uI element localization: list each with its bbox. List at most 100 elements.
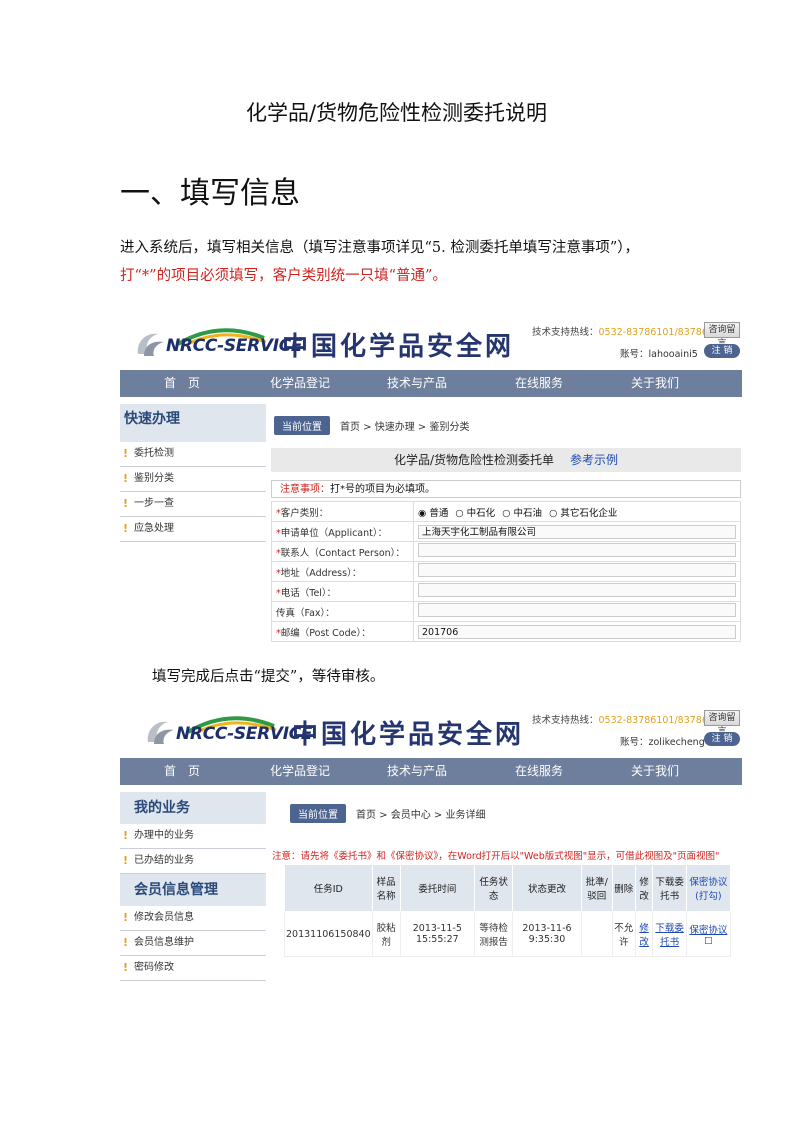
cell-download[interactable]: 下载委托书 — [652, 911, 687, 957]
radio-sinopec[interactable]: ○ 中石化 — [455, 505, 495, 519]
sidebar-item-edit-info[interactable]: ! 修改会员信息 — [120, 906, 266, 931]
site-name: 中国化学品安全网 — [292, 720, 525, 750]
sidebar-title: 快速办理 — [120, 404, 266, 442]
field-label: 传真（Fax）： — [271, 601, 414, 622]
sidebar-item-password[interactable]: ! 密码修改 — [120, 956, 266, 981]
download-link[interactable]: 下载委托书 — [655, 923, 684, 948]
nav-tech-products[interactable]: 技术与产品 — [356, 370, 478, 397]
consult-button[interactable]: 咨询留言 — [704, 710, 740, 737]
bullet-icon: ! — [123, 936, 129, 949]
radio-other-petro[interactable]: ○ 其它石化企业 — [549, 505, 617, 519]
cell-modify[interactable]: 修改 — [634, 911, 654, 957]
breadcrumb: 当前位置 首页 > 会员中心 > 业务详细 — [290, 804, 485, 823]
cell-task-id: 20131106150840 — [284, 911, 373, 957]
business-table: 任务ID 样品名称 委托时间 任务状态 状态更改 批準/驳回 删除 修改 下载委… — [284, 864, 732, 957]
nav-online-service[interactable]: 在线服务 — [478, 758, 600, 785]
nav-registration[interactable]: 化学品登记 — [244, 370, 356, 397]
sidebar-item-label: 密码修改 — [134, 962, 174, 973]
col-delete: 删除 — [611, 864, 636, 912]
table-row: 20131106150840 胶粘剂 2013-11-5 15:55:27 等待… — [284, 911, 732, 957]
form-title: 化学品/货物危险性检测委托单 — [393, 453, 555, 467]
cell-status-change: 2013-11-6 9:35:30 — [512, 911, 582, 957]
contact-field[interactable] — [418, 543, 736, 557]
paragraph-required-note: 打“*”的项目必须填写，客户类别统一只填“普通”。 — [120, 268, 447, 284]
breadcrumb-path: 首页 > 快速办理 > 鉴别分类 — [340, 422, 470, 433]
applicant-field[interactable]: 上海天宇化工制品有限公司 — [418, 524, 736, 539]
sidebar-item-emergency[interactable]: ! 应急处理 — [120, 517, 266, 542]
account-label: 账号：lahooaini5 — [620, 349, 698, 360]
form-row: *客户类别： ◉ 普通 ○ 中石化 ○ 中石油 ○ 其它石化企业 — [271, 501, 741, 522]
notice: 注意事项：打*号的项目为必填项。 — [271, 480, 741, 498]
nav-about[interactable]: 关于我们 — [600, 758, 710, 785]
site-name: 中国化学品安全网 — [282, 332, 515, 362]
hotline: 技术支持热线：0532-83786101/83786270 — [532, 712, 726, 726]
address-field[interactable] — [418, 563, 736, 577]
screenshot-form: NRCC-SERVICE 中国化学品安全网 技术支持热线：0532-837861… — [120, 318, 742, 654]
notice-text: 打*号的项目为必填项。 — [330, 484, 435, 495]
tel-field[interactable] — [418, 583, 736, 597]
bullet-icon: ! — [123, 447, 129, 460]
customer-type-radios: ◉ 普通 ○ 中石化 ○ 中石油 ○ 其它石化企业 — [413, 501, 741, 522]
example-link[interactable]: 参考示例 — [570, 453, 618, 467]
nav-home[interactable]: 首 页 — [120, 758, 244, 785]
download-notice: 注意：请先将《委托书》和《保密协议》，在Word打开后以"Web版式视图"显示，… — [272, 851, 720, 862]
sidebar-item-maintain[interactable]: ! 会员信息维护 — [120, 931, 266, 956]
field-label: *客户类别： — [271, 501, 414, 522]
col-download: 下载委托书 — [652, 864, 687, 912]
col-task-status: 任务状态 — [473, 864, 514, 912]
sidebar-item-label: 应急处理 — [134, 523, 174, 534]
bullet-icon: ! — [123, 961, 129, 974]
field-label: *邮编（Post Code）： — [271, 621, 414, 642]
form-row: *电话（Tel）： — [271, 581, 741, 602]
hotline-label: 技术支持热线： — [532, 715, 599, 726]
breadcrumb-tag: 当前位置 — [290, 804, 346, 823]
fax-field[interactable] — [418, 603, 736, 617]
sidebar-item-label: 鉴别分类 — [134, 473, 174, 484]
breadcrumb-path: 首页 > 会员中心 > 业务详细 — [356, 810, 486, 821]
nav-online-service[interactable]: 在线服务 — [478, 370, 600, 397]
sidebar-item-check[interactable]: ! 一步一查 — [120, 492, 266, 517]
confidentiality-link[interactable]: 保密协议 — [689, 925, 727, 936]
paragraph-submit: 填写完成后点击“提交”，等待审核。 — [152, 669, 385, 685]
nav-home[interactable]: 首 页 — [120, 370, 244, 397]
sidebar-item-entrust[interactable]: ! 委托检测 — [120, 442, 266, 467]
cell-confidentiality[interactable]: 保密协议 ☐ — [685, 911, 732, 957]
nav-registration[interactable]: 化学品登记 — [244, 758, 356, 785]
hotline-label: 技术支持热线： — [532, 327, 599, 338]
sidebar-item-completed[interactable]: ! 已办结的业务 — [120, 849, 266, 874]
col-entrust-time: 委托时间 — [399, 864, 475, 912]
bullet-icon: ! — [123, 522, 129, 535]
bullet-icon: ! — [123, 911, 129, 924]
logout-button[interactable]: 注 销 — [704, 344, 740, 358]
breadcrumb: 当前位置 首页 > 快速办理 > 鉴别分类 — [274, 416, 469, 435]
notice-label: 注意事项： — [280, 484, 330, 495]
postcode-field[interactable]: 201706 — [418, 624, 736, 639]
radio-cnpc[interactable]: ○ 中石油 — [502, 505, 542, 519]
form-title-bar: 化学品/货物危险性检测委托单 参考示例 — [271, 448, 741, 472]
nav-about[interactable]: 关于我们 — [600, 370, 710, 397]
form-row: *邮编（Post Code）： 201706 — [271, 621, 741, 642]
field-label: *申请单位（Applicant）： — [271, 521, 414, 542]
col-status-change: 状态更改 — [512, 864, 582, 912]
section-heading: 一、填写信息 — [120, 176, 300, 211]
logout-button[interactable]: 注 销 — [704, 732, 740, 746]
col-task-id: 任务ID — [284, 864, 373, 912]
sidebar-item-in-progress[interactable]: ! 办理中的业务 — [120, 824, 266, 849]
cell-entrust-time: 2013-11-5 15:55:27 — [399, 911, 475, 957]
consult-button[interactable]: 咨询留言 — [704, 322, 740, 349]
sidebar-item-label: 修改会员信息 — [134, 912, 194, 923]
radio-normal[interactable]: ◉ 普通 — [418, 505, 448, 519]
col-confidentiality: 保密协议(打勾) — [685, 864, 732, 912]
sidebar-section-business: 我的业务 — [120, 792, 266, 824]
modify-link[interactable]: 修改 — [639, 923, 649, 948]
screenshot-business: NRCC-SERVICE 中国化学品安全网 技术支持热线：0532-837861… — [120, 706, 742, 996]
hotline: 技术支持热线：0532-83786101/83786270 — [532, 324, 726, 338]
sidebar-section-member: 会员信息管理 — [120, 874, 266, 906]
field-label: *地址（Address）： — [271, 561, 414, 582]
checkbox-icon[interactable]: ☐ — [704, 936, 713, 947]
nav-tech-products[interactable]: 技术与产品 — [356, 758, 478, 785]
bullet-icon: ! — [123, 472, 129, 485]
bullet-icon: ! — [123, 854, 129, 867]
form-row: *联系人（Contact Person）： — [271, 541, 741, 562]
sidebar-item-classify[interactable]: ! 鉴别分类 — [120, 467, 266, 492]
